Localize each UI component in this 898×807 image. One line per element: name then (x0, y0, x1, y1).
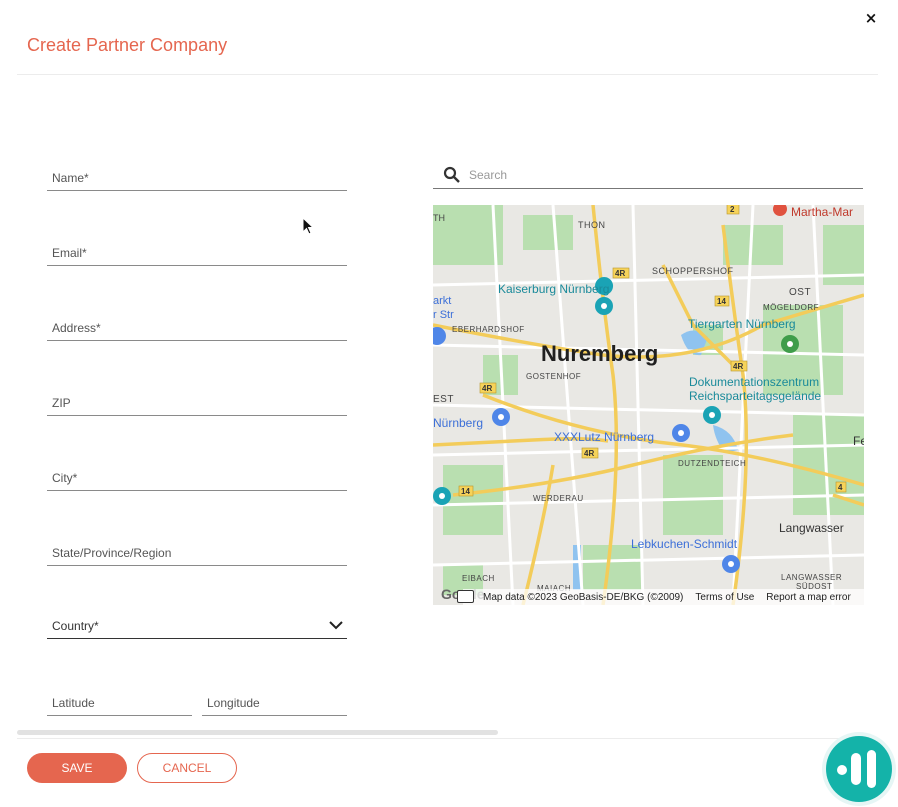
close-icon[interactable]: × (863, 9, 879, 27)
road-shield-label: 4R (584, 449, 594, 458)
place-label: Kaiserburg Nürnberg (498, 282, 609, 296)
map-view[interactable]: 2 4R 14 4R 4R 4R 14 4 Nuremberg Kaiserbu… (433, 205, 864, 605)
district-label: TH (433, 213, 445, 223)
header-divider (17, 74, 878, 75)
search-icon (443, 166, 460, 183)
place-label: Martha-Mar (791, 205, 853, 219)
state-field[interactable]: State/Province/Region (47, 539, 347, 566)
address-field[interactable]: Address* (47, 314, 347, 341)
place-label: Tiergarten Nürnberg (688, 317, 796, 331)
latitude-label: Latitude (52, 696, 95, 710)
city-label: City* (52, 471, 78, 485)
district-label: Fe (853, 434, 864, 448)
road-shield-label: 14 (461, 487, 470, 496)
shopping-pin-icon (433, 327, 446, 345)
email-label: Email* (52, 246, 87, 260)
save-button[interactable]: SAVE (27, 753, 127, 783)
district-label: EST (433, 394, 454, 405)
district-label: Langwasser (779, 521, 844, 535)
terms-link[interactable]: Terms of Use (695, 592, 754, 603)
district-label: OST (789, 287, 811, 298)
chevron-down-icon (329, 621, 343, 630)
road-shield-label: 14 (717, 297, 726, 306)
name-field[interactable]: Name* (47, 164, 347, 191)
district-label: EIBACH (462, 574, 495, 583)
country-label: Country* (52, 619, 99, 633)
chat-launcher-button[interactable] (826, 736, 892, 802)
cancel-button[interactable]: CANCEL (137, 753, 237, 783)
place-label: r Str (433, 309, 454, 321)
longitude-label: Longitude (207, 696, 260, 710)
name-label: Name* (52, 171, 89, 185)
city-label: Nuremberg (541, 341, 658, 366)
city-field[interactable]: City* (47, 464, 347, 491)
email-field[interactable]: Email* (47, 239, 347, 266)
district-label: MÖGELDORF (763, 303, 819, 312)
district-label: GOSTENHOF (526, 372, 581, 381)
zip-field[interactable]: ZIP (47, 389, 347, 416)
district-label: THON (578, 220, 606, 230)
chat-logo-icon (837, 750, 876, 788)
restaurant-pin-icon (773, 205, 787, 216)
road-shield-label: 4 (838, 483, 843, 492)
place-label: Lebkuchen-Schmidt (631, 537, 738, 551)
place-label: Reichsparteitagsgelände (689, 389, 821, 403)
road-shield-label: 4R (615, 269, 625, 278)
district-label: DUTZENDTEICH (678, 459, 746, 468)
road-shield-label: 2 (730, 205, 735, 214)
place-label: Nürnberg (433, 416, 483, 430)
district-label: EBERHARDSHOF (452, 325, 525, 334)
address-label: Address* (52, 321, 101, 335)
keyboard-shortcuts-icon[interactable] (457, 590, 474, 603)
state-label: State/Province/Region (52, 546, 172, 560)
zip-label: ZIP (52, 396, 71, 410)
horizontal-scrollbar[interactable] (17, 730, 498, 735)
longitude-field[interactable]: Longitude (202, 689, 347, 716)
footer-divider (17, 738, 878, 739)
place-label: XXXLutz Nürnberg (554, 430, 654, 444)
latitude-field[interactable]: Latitude (47, 689, 192, 716)
district-label: LANGWASSER (781, 573, 842, 582)
mouse-cursor-icon (302, 217, 315, 235)
country-select[interactable]: Country* (47, 612, 347, 639)
map-search-input[interactable] (467, 164, 851, 186)
map-search (433, 161, 863, 189)
report-map-error-link[interactable]: Report a map error (766, 592, 850, 603)
place-label: arkt (433, 295, 451, 307)
road-shield-label: 4R (733, 362, 743, 371)
map-attribution: Map data ©2023 GeoBasis-DE/BKG (©2009) T… (463, 589, 864, 605)
map-data-credit: Map data ©2023 GeoBasis-DE/BKG (©2009) (483, 591, 684, 603)
road-shield-label: 4R (482, 384, 492, 393)
district-label: WERDERAU (533, 494, 584, 503)
map-canvas: 2 4R 14 4R 4R 4R 14 4 Nuremberg Kaiserbu… (433, 205, 864, 605)
district-label: SCHOPPERSHOF (652, 266, 734, 276)
create-partner-dialog: × Create Partner Company Name* Email* Ad… (0, 0, 898, 802)
place-label: Dokumentationszentrum (689, 375, 819, 389)
dialog-title: Create Partner Company (27, 35, 228, 55)
